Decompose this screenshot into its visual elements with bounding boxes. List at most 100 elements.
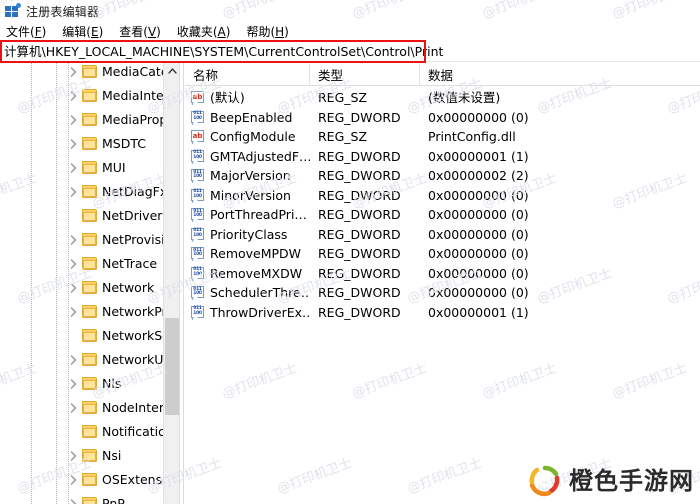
folder-icon [82, 304, 97, 318]
column-header-name[interactable]: 名称 [185, 63, 310, 85]
chevron-right-icon[interactable] [68, 395, 82, 419]
tree-item-nls[interactable]: Nls [0, 371, 179, 395]
dword-value-icon: 011 100 [191, 188, 205, 203]
value-name-text: PortThreadPri… [210, 207, 307, 223]
tree-item-network[interactable]: Network [0, 275, 179, 299]
menu-item-1[interactable]: 文件(F) [6, 23, 46, 40]
table-row[interactable]: 011 100 SchedulerThre… REG_DWORD 0x00000000 … [185, 283, 700, 303]
table-row[interactable]: 011 100 BeepEnabled REG_DWORD 0x00000000 (0) [185, 108, 700, 128]
chevron-right-icon[interactable] [68, 107, 82, 131]
table-row[interactable]: 011 100 PriorityClass REG_DWORD 0x00000000 (… [185, 225, 700, 245]
tree-item-notifications[interactable]: Notifications [0, 419, 179, 443]
table-row[interactable]: 011 100 MajorVersion REG_DWORD 0x00000002 (2… [185, 166, 700, 186]
registry-key-tree[interactable]: MediaCategoriesMediaInterfacesMediaPrope… [0, 63, 179, 504]
value-name-cell: 011 100 RemoveMXDW [185, 266, 310, 281]
menu-item-4[interactable]: 收藏夹(A) [177, 23, 231, 40]
editor-content: MediaCategoriesMediaInterfacesMediaPrope… [0, 63, 700, 504]
tree-item-nsi[interactable]: Nsi [0, 443, 179, 467]
tree-item-msdtc[interactable]: MSDTC [0, 131, 179, 155]
chevron-right-icon[interactable] [68, 63, 82, 83]
value-name-cell: 011 100 PortThreadPri… [185, 207, 310, 223]
folder-icon [82, 136, 97, 150]
tree-item-networkuxmgr[interactable]: NetworkUxMgr [0, 347, 179, 371]
tree-item-netdrivers[interactable]: NetDrivers [0, 203, 179, 227]
table-row[interactable]: 011 100 MinorVersion REG_DWORD 0x00000000 (0… [185, 186, 700, 206]
folder-icon [82, 352, 97, 366]
table-row[interactable]: ab (默认) REG_SZ (数值未设置) [185, 88, 700, 108]
title-bar: 注册表编辑器 [0, 0, 700, 22]
value-data-cell: 0x00000001 (1) [428, 304, 529, 320]
chevron-right-icon[interactable] [68, 131, 82, 155]
values-list-header: 名称 类型 数据 [185, 63, 700, 86]
table-row[interactable]: 011 100 RemoveMPDW REG_DWORD 0x00000000 (0) [185, 244, 700, 264]
chevron-right-icon[interactable] [68, 179, 82, 203]
value-type-cell: REG_DWORD [318, 226, 401, 242]
address-path-input[interactable]: 计算机\HKEY_LOCAL_MACHINE\SYSTEM\CurrentCon… [2, 43, 692, 60]
value-data-cell: PrintConfig.dll [428, 129, 516, 145]
tree-item-pnp[interactable]: PnP [0, 491, 179, 504]
column-header-type[interactable]: 类型 [310, 63, 420, 85]
value-name-cell: 011 100 GMTAdjustedF… [185, 149, 310, 164]
chevron-right-icon[interactable] [68, 467, 82, 491]
value-name-text: MinorVersion [210, 187, 291, 203]
tree-item-networksetup2[interactable]: NetworkSetup2 [0, 323, 179, 347]
tree-item-label: Network [102, 279, 155, 295]
value-name-cell: ab ConfigModule [185, 129, 310, 145]
chevron-right-icon[interactable] [68, 83, 82, 107]
chevron-right-icon[interactable] [68, 155, 82, 179]
tree-item-mediainterfaces[interactable]: MediaInterfaces [0, 83, 179, 107]
chevron-right-icon[interactable] [68, 443, 82, 467]
value-name-cell: 011 100 MinorVersion [185, 188, 310, 203]
tree-item-osextensionda[interactable]: OSExtensionDa [0, 467, 179, 491]
column-header-data[interactable]: 数据 [420, 63, 700, 85]
pane-splitter[interactable] [179, 63, 184, 504]
menu-item-3[interactable]: 查看(V) [119, 23, 161, 40]
menu-item-5[interactable]: 帮助(H) [246, 23, 288, 40]
chevron-right-icon[interactable] [68, 491, 82, 504]
chevron-right-icon[interactable] [68, 371, 82, 395]
chevron-right-icon[interactable] [68, 275, 82, 299]
tree-item-label: NetTrace [102, 255, 158, 271]
dword-value-icon: 011 100 [191, 149, 205, 164]
tree-item-netprovision[interactable]: NetProvision [0, 227, 179, 251]
tree-item-netdiagfx[interactable]: NetDiagFx [0, 179, 179, 203]
table-row[interactable]: 011 100 GMTAdjustedF… REG_DWORD 0x00000001 (… [185, 147, 700, 167]
tree-item-nodeinterface[interactable]: NodeInterface [0, 395, 179, 419]
value-type-cell: REG_DWORD [318, 304, 401, 320]
value-data-cell: 0x00000000 (0) [428, 226, 529, 242]
value-name-text: SchedulerThre… [210, 285, 310, 301]
table-row[interactable]: 011 100 RemoveMXDW REG_DWORD 0x00000000 (0) [185, 264, 700, 284]
tree-item-mediacategories[interactable]: MediaCategories [0, 63, 179, 83]
chevron-right-icon[interactable] [68, 299, 82, 323]
value-name-text: ThrowDriverEx… [210, 304, 310, 320]
chevron-right-icon[interactable] [68, 251, 82, 275]
table-row[interactable]: 011 100 ThrowDriverEx… REG_DWORD 0x00000001 … [185, 303, 700, 323]
tree-item-nettrace[interactable]: NetTrace [0, 251, 179, 275]
table-row[interactable]: 011 100 PortThreadPri… REG_DWORD 0x00000000 … [185, 205, 700, 225]
scroll-up-icon[interactable] [164, 63, 179, 79]
value-name-text: (默认) [210, 90, 245, 106]
value-name-text: ConfigModule [210, 129, 296, 145]
chevron-right-icon[interactable] [68, 227, 82, 251]
value-data-cell: 0x00000000 (0) [428, 246, 529, 262]
tree-vertical-scrollbar[interactable] [163, 63, 179, 504]
table-row[interactable]: ab ConfigModule REG_SZ PrintConfig.dll [185, 127, 700, 147]
string-value-icon: ab [191, 91, 205, 106]
tree-item-mui[interactable]: MUI [0, 155, 179, 179]
value-name-text: MajorVersion [210, 168, 291, 184]
value-name-cell: 011 100 BeepEnabled [185, 110, 310, 125]
menu-item-2[interactable]: 编辑(E) [62, 23, 103, 40]
registry-values-list[interactable]: 名称 类型 数据 ab (默认) REG_SZ (数值未设置) 011 100 BeepEn… [185, 63, 700, 504]
tree-item-label: NetDiagFx [102, 183, 168, 199]
address-bar[interactable]: 计算机\HKEY_LOCAL_MACHINE\SYSTEM\CurrentCon… [0, 41, 700, 62]
value-name-cell: 011 100 ThrowDriverEx… [185, 305, 310, 320]
value-type-cell: REG_DWORD [318, 207, 401, 223]
scrollbar-thumb[interactable] [165, 318, 179, 415]
folder-icon [82, 232, 97, 246]
value-data-cell: (数值未设置) [428, 90, 501, 106]
tree-item-mediaproperties[interactable]: MediaProperties [0, 107, 179, 131]
folder-icon [82, 160, 97, 174]
tree-item-networkprovider[interactable]: NetworkProvider [0, 299, 179, 323]
chevron-right-icon[interactable] [68, 347, 82, 371]
